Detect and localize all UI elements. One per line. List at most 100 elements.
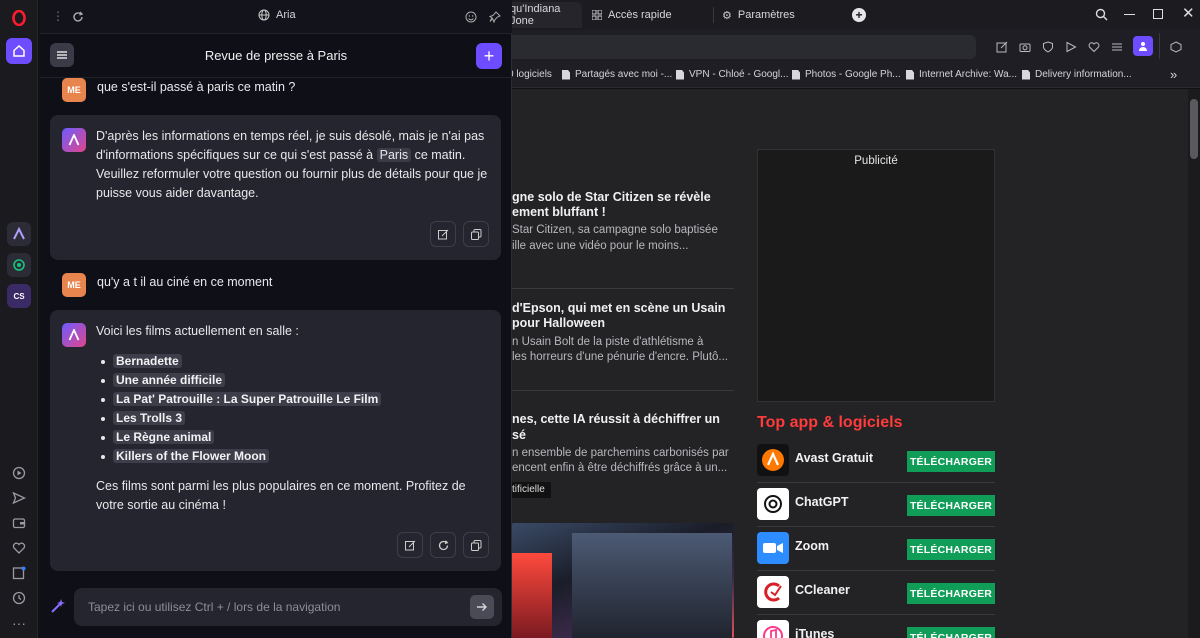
bookmarks-bar: 0 logiciels Partagés avec moi -... VPN -… (508, 64, 1200, 88)
heart-toolbar-icon[interactable] (1088, 40, 1100, 58)
download-button[interactable]: TÉLÉCHARGER (907, 627, 995, 638)
film-link[interactable]: Les Trolls 3 (113, 411, 186, 425)
refresh-icon (438, 539, 448, 550)
aria-panel-topbar: ⋮ Aria (40, 0, 512, 34)
page-icon (906, 69, 914, 80)
bookmark-item[interactable]: 0 logiciels (508, 69, 552, 80)
aria-sidebar-icon[interactable] (7, 222, 31, 246)
film-link[interactable]: Le Règne animal (113, 430, 215, 444)
close-window-button[interactable]: ✕ (1182, 4, 1195, 22)
aria-top-title: Aria (258, 9, 296, 21)
more-icon[interactable]: ··· (7, 611, 31, 635)
minimize-button[interactable] (1124, 14, 1135, 15)
home-icon[interactable] (6, 38, 32, 64)
heart-icon[interactable] (7, 536, 31, 560)
grid-icon (592, 10, 602, 20)
send-button[interactable] (470, 595, 494, 619)
page-scrollbar[interactable] (1188, 89, 1200, 638)
tab-indiana[interactable]: qu'Indiana Jone (502, 2, 582, 28)
article-title[interactable]: ement bluffant ! (512, 204, 606, 220)
article-item[interactable]: gne solo de Star Citizen se révèle ement… (512, 89, 734, 252)
search-tabs-icon[interactable] (1095, 8, 1108, 26)
history-icon[interactable] (7, 586, 31, 610)
copy-button[interactable] (463, 532, 489, 558)
app-name[interactable]: Zoom (795, 539, 829, 553)
download-button[interactable]: TÉLÉCHARGER (907, 539, 995, 560)
bookmark-label: Delivery information... (1035, 69, 1132, 80)
profile-icon[interactable] (1133, 36, 1153, 56)
download-button[interactable]: TÉLÉCHARGER (907, 583, 995, 604)
app-row-ccleaner[interactable]: CCleaner TÉLÉCHARGER (757, 571, 995, 615)
scrollbar-thumb[interactable] (1190, 99, 1198, 159)
tab-label: Paramètres (737, 9, 795, 21)
toolbar-divider (1159, 33, 1160, 59)
regenerate-button[interactable] (430, 532, 456, 558)
copy-icon (470, 539, 481, 551)
film-link[interactable]: La Pat' Patrouille : La Super Patrouille… (113, 392, 382, 406)
reply-intro: Voici les films actuellement en salle : (96, 324, 299, 338)
app-row-avast[interactable]: Avast Gratuit TÉLÉCHARGER (757, 439, 995, 483)
article-image[interactable] (512, 523, 734, 638)
app-row-zoom[interactable]: Zoom TÉLÉCHARGER (757, 527, 995, 571)
tab-parametres[interactable]: ⚙ Paramètres (714, 2, 803, 28)
article-title[interactable]: d'Epson, qui met en scène un Usain (512, 300, 725, 316)
article-title[interactable]: pour Halloween (512, 315, 605, 331)
more-bookmarks-icon[interactable]: » (1170, 67, 1177, 82)
chat-input[interactable]: Tapez ici ou utilisez Ctrl + / lors de l… (74, 588, 502, 626)
extensions-icon[interactable] (1170, 40, 1182, 58)
itunes-icon (757, 620, 789, 638)
drag-handle-icon[interactable]: ⋮ (52, 9, 64, 23)
article-title[interactable]: sé (512, 427, 526, 443)
wallet-icon[interactable] (7, 511, 31, 535)
app-name[interactable]: CCleaner (795, 583, 850, 597)
tasks-icon[interactable] (7, 561, 31, 585)
new-tab-button[interactable]: + (852, 8, 866, 22)
article-title[interactable]: nes, cette IA réussit à déchiffrer un (512, 411, 720, 427)
list-item: Les Trolls 3 (96, 409, 491, 428)
highlight-link[interactable]: Paris (376, 148, 412, 162)
film-list: Bernadette Une année difficile La Pat' P… (96, 352, 491, 466)
category-tag[interactable]: tificielle (512, 482, 551, 498)
app-row-chatgpt[interactable]: ChatGPT TÉLÉCHARGER (757, 483, 995, 527)
reload-icon[interactable] (72, 10, 84, 28)
easy-setup-icon[interactable] (1111, 40, 1123, 58)
player-icon[interactable] (7, 461, 31, 485)
bookmark-item[interactable]: Partagés avec moi -... (562, 69, 672, 80)
play-icon[interactable] (1065, 40, 1077, 58)
bookmark-item[interactable]: Photos - Google Ph... (792, 69, 901, 80)
film-link[interactable]: Bernadette (113, 354, 182, 368)
bookmark-item[interactable]: Delivery information... (1022, 69, 1132, 80)
app-name[interactable]: ChatGPT (795, 495, 848, 509)
download-button[interactable]: TÉLÉCHARGER (907, 451, 995, 472)
tab-acces-rapide[interactable]: Accès rapide (584, 2, 680, 28)
address-field[interactable] (512, 35, 976, 59)
edit-icon[interactable] (996, 40, 1008, 58)
article-desc: ille avec une vidéo pour le moins... (512, 240, 689, 252)
app-row-itunes[interactable]: iTunes TÉLÉCHARGER (757, 615, 995, 638)
bookmark-item[interactable]: VPN - Chloé - Googl... (676, 69, 788, 80)
web-page: gne solo de Star Citizen se révèle ement… (512, 89, 1188, 638)
edit-response-button[interactable] (430, 221, 456, 247)
pin-icon[interactable] (488, 10, 501, 28)
compose-icon[interactable] (50, 598, 66, 619)
film-link[interactable]: Une année difficile (113, 373, 226, 387)
camera-icon[interactable] (1019, 40, 1031, 58)
emoji-icon[interactable] (465, 10, 477, 28)
app-name[interactable]: Avast Gratuit (795, 451, 873, 465)
new-chat-button[interactable]: + (476, 43, 502, 69)
edit-response-button[interactable] (397, 532, 423, 558)
maximize-button[interactable] (1153, 9, 1163, 19)
bookmark-item[interactable]: Internet Archive: Wa... (906, 69, 1017, 80)
send-icon[interactable] (7, 486, 31, 510)
chatgpt-sidebar-icon[interactable] (7, 253, 31, 277)
article-title[interactable]: gne solo de Star Citizen se révèle (512, 189, 711, 205)
aria-panel: ⋮ Aria Revue de presse à Paris + ME que … (40, 0, 512, 638)
chatsonic-sidebar-icon[interactable]: CS (7, 284, 31, 308)
opera-menu-icon[interactable] (7, 6, 31, 30)
chat-scroll-area[interactable]: ME que s'est-il passé à paris ce matin ?… (40, 78, 512, 580)
download-button[interactable]: TÉLÉCHARGER (907, 495, 995, 516)
copy-button[interactable] (463, 221, 489, 247)
app-name[interactable]: iTunes (795, 627, 834, 638)
shield-icon[interactable] (1042, 40, 1054, 58)
film-link[interactable]: Killers of the Flower Moon (113, 449, 270, 463)
